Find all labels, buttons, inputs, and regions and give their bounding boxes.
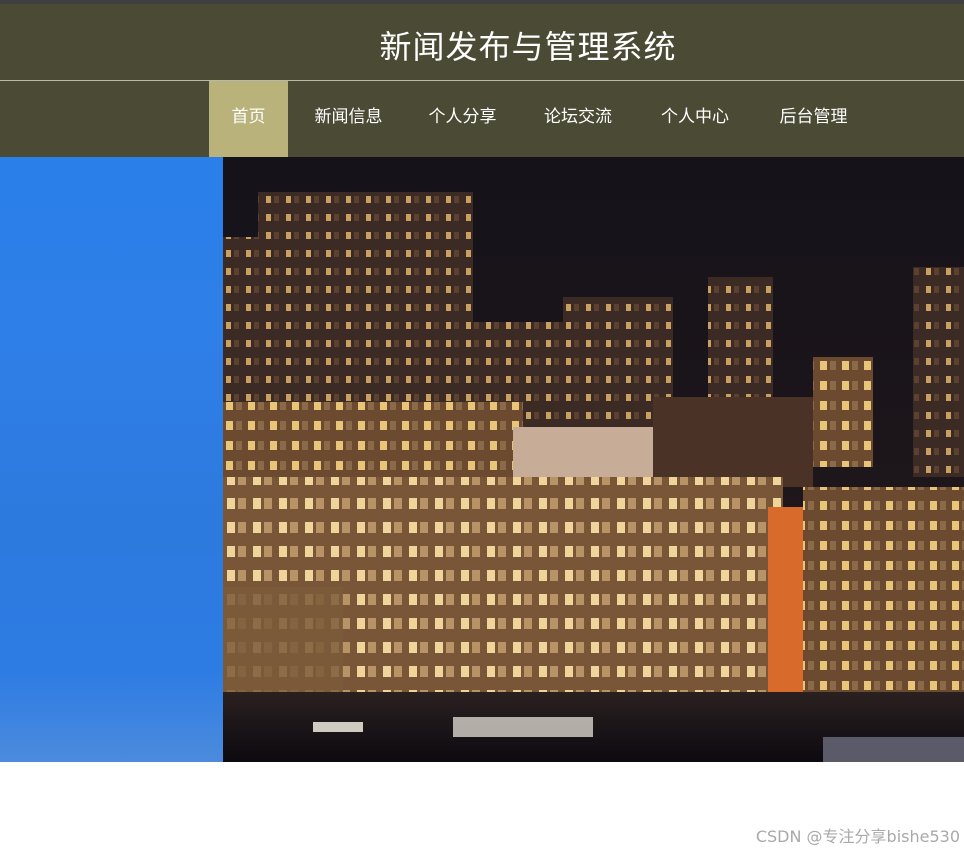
nav-item-personal-center[interactable]: 个人中心	[646, 81, 744, 157]
nav-item-home[interactable]: 首页	[209, 81, 288, 157]
site-title: 新闻发布与管理系统	[379, 28, 677, 66]
main-nav: 首页 新闻信息 个人分享 论坛交流 个人中心 后台管理	[0, 81, 964, 157]
nav-item-forum[interactable]: 论坛交流	[528, 81, 628, 157]
nav-item-news-info[interactable]: 新闻信息	[300, 81, 397, 157]
nav-item-personal-share[interactable]: 个人分享	[414, 81, 511, 157]
hero-left-panel	[0, 157, 223, 762]
hero-city-image	[223, 157, 964, 762]
city-skyline-illustration	[223, 157, 964, 762]
watermark-text: CSDN @专注分享bishe530	[755, 827, 960, 846]
nav-item-admin[interactable]: 后台管理	[763, 81, 864, 157]
site-header: 新闻发布与管理系统	[0, 0, 964, 80]
hero-banner	[0, 157, 964, 762]
